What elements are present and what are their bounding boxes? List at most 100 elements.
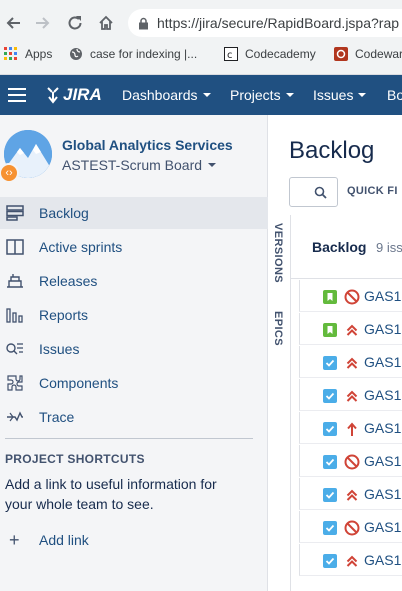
search-input[interactable] (289, 177, 338, 207)
issue-key-link[interactable]: GAS1- (364, 387, 402, 403)
task-type-icon (323, 554, 337, 568)
menu-label: Projects (230, 87, 281, 103)
board-name-label: ASTEST-Scrum Board (62, 157, 203, 173)
menu-issues[interactable]: Issues (313, 75, 367, 115)
project-type-icon: ‹› (0, 163, 19, 183)
backlog-title: Backlog (312, 239, 367, 255)
project-name[interactable]: Global Analytics Services (62, 137, 233, 153)
issue-key-link[interactable]: GAS1- (364, 321, 402, 337)
bookmark-label: Codewar (355, 47, 402, 61)
sidebar-item-label: Trace (39, 409, 75, 425)
sidebar-item-components[interactable]: Components (0, 367, 268, 399)
sidebar-item-active-sprints[interactable]: Active sprints (0, 231, 268, 263)
highest-priority-icon (344, 421, 360, 437)
issue-row[interactable]: GAS1- (299, 280, 402, 312)
board-selector[interactable]: ASTEST-Scrum Board (62, 157, 217, 173)
search-icon (314, 186, 327, 199)
critical-priority-icon (344, 553, 360, 569)
backlog-header[interactable]: Backlog 9 iss (291, 215, 402, 279)
critical-priority-icon (344, 355, 360, 371)
menu-boards[interactable]: Bo (387, 75, 402, 115)
side-tabs: VERSIONS EPICS (269, 215, 291, 591)
plus-icon: + (9, 530, 20, 550)
task-type-icon (323, 389, 337, 403)
reload-icon[interactable] (63, 11, 87, 35)
issue-row[interactable]: GAS1- (299, 445, 402, 477)
bookmark-codecademy[interactable]: c Codecademy (224, 47, 316, 61)
bookmark-apps[interactable]: Apps (4, 47, 52, 61)
back-icon[interactable] (2, 11, 26, 35)
bookmark-label: Codecademy (245, 47, 316, 61)
hamburger-menu-icon[interactable] (8, 75, 26, 115)
issue-row[interactable]: GAS1- (299, 412, 402, 444)
issue-key-link[interactable]: GAS1- (364, 288, 402, 304)
menu-projects[interactable]: Projects (230, 75, 294, 115)
lock-icon (138, 17, 149, 30)
task-type-icon (323, 521, 337, 535)
issue-key-link[interactable]: GAS1- (364, 519, 402, 535)
issue-key-link[interactable]: GAS1- (364, 486, 402, 502)
issue-row[interactable]: GAS1- (299, 511, 402, 543)
issue-row[interactable]: GAS1- (299, 544, 402, 576)
issue-row[interactable]: GAS1- (299, 313, 402, 345)
sidebar-item-label: Reports (39, 307, 89, 323)
blocker-priority-icon (344, 454, 360, 470)
add-link-button[interactable]: + Add link (0, 529, 268, 553)
reports-icon (5, 305, 25, 325)
trace-icon (5, 407, 25, 427)
chevron-down-icon (208, 163, 217, 167)
issue-key-link[interactable]: GAS1- (364, 552, 402, 568)
sidebar-item-reports[interactable]: Reports (0, 299, 268, 331)
sidebar-item-label: Issues (39, 341, 80, 357)
task-type-icon (323, 455, 337, 469)
address-bar[interactable]: https://jira/secure/RapidBoard.jspa?rap (128, 9, 402, 37)
sidebar-item-label: Components (39, 375, 119, 391)
home-icon[interactable] (94, 11, 118, 35)
sidebar-divider (5, 438, 253, 439)
issue-row[interactable]: GAS1- (299, 379, 402, 411)
project-sidebar: ‹› Global Analytics Services ASTEST-Scru… (0, 115, 268, 591)
bookmark-label: case for indexing |... (90, 47, 198, 61)
main-content: Backlog QUICK FI VERSIONS EPICS Backlog … (269, 115, 402, 591)
tab-versions[interactable]: VERSIONS (272, 223, 284, 283)
menu-label: Bo (387, 87, 402, 103)
issue-key-link[interactable]: GAS1- (364, 354, 402, 370)
sidebar-item-trace[interactable]: Trace (0, 401, 268, 433)
task-type-icon (323, 422, 337, 436)
jira-logo-icon (46, 86, 60, 104)
menu-dashboards[interactable]: Dashboards (122, 75, 211, 115)
add-link-label: Add link (39, 532, 89, 548)
bookmark-codewars[interactable]: Codewar (334, 47, 402, 61)
globe-icon (69, 47, 83, 61)
bookmark-case-for-indexing[interactable]: case for indexing |... (69, 47, 197, 61)
chevron-down-icon (358, 93, 367, 97)
project-shortcuts-description: Add a link to useful information for you… (5, 476, 217, 512)
issue-key-link[interactable]: GAS1- (364, 420, 402, 436)
sidebar-item-backlog[interactable]: Backlog (0, 197, 268, 229)
jira-logo[interactable]: JIRA (46, 75, 102, 115)
codecademy-icon: c (224, 47, 238, 61)
issue-row[interactable]: GAS1- (299, 346, 402, 378)
tab-epics[interactable]: EPICS (272, 311, 284, 346)
sidebar-item-releases[interactable]: Releases (0, 265, 268, 297)
menu-label: Dashboards (122, 87, 198, 103)
codewars-icon (334, 47, 348, 61)
jira-header: JIRA Dashboards Projects Issues Bo (0, 75, 402, 115)
critical-priority-icon (344, 322, 360, 338)
sidebar-item-issues[interactable]: Issues (0, 333, 268, 365)
apps-grid-icon (4, 47, 18, 61)
blocker-priority-icon (344, 289, 360, 305)
task-type-icon (323, 356, 337, 370)
forward-icon[interactable] (30, 11, 54, 35)
active-sprints-icon (5, 237, 25, 257)
story-type-icon (323, 323, 337, 337)
bookmarks-bar: Apps case for indexing |... c Codecademy… (0, 43, 402, 67)
menu-label: Issues (313, 87, 354, 103)
chevron-down-icon (285, 93, 294, 97)
quick-filters-label: QUICK FI (347, 185, 398, 197)
issue-key-link[interactable]: GAS1- (364, 453, 402, 469)
bookmark-label: Apps (25, 47, 53, 61)
issue-row[interactable]: GAS1- (299, 478, 402, 510)
sidebar-item-label: Active sprints (39, 239, 123, 255)
blocker-priority-icon (344, 520, 360, 536)
